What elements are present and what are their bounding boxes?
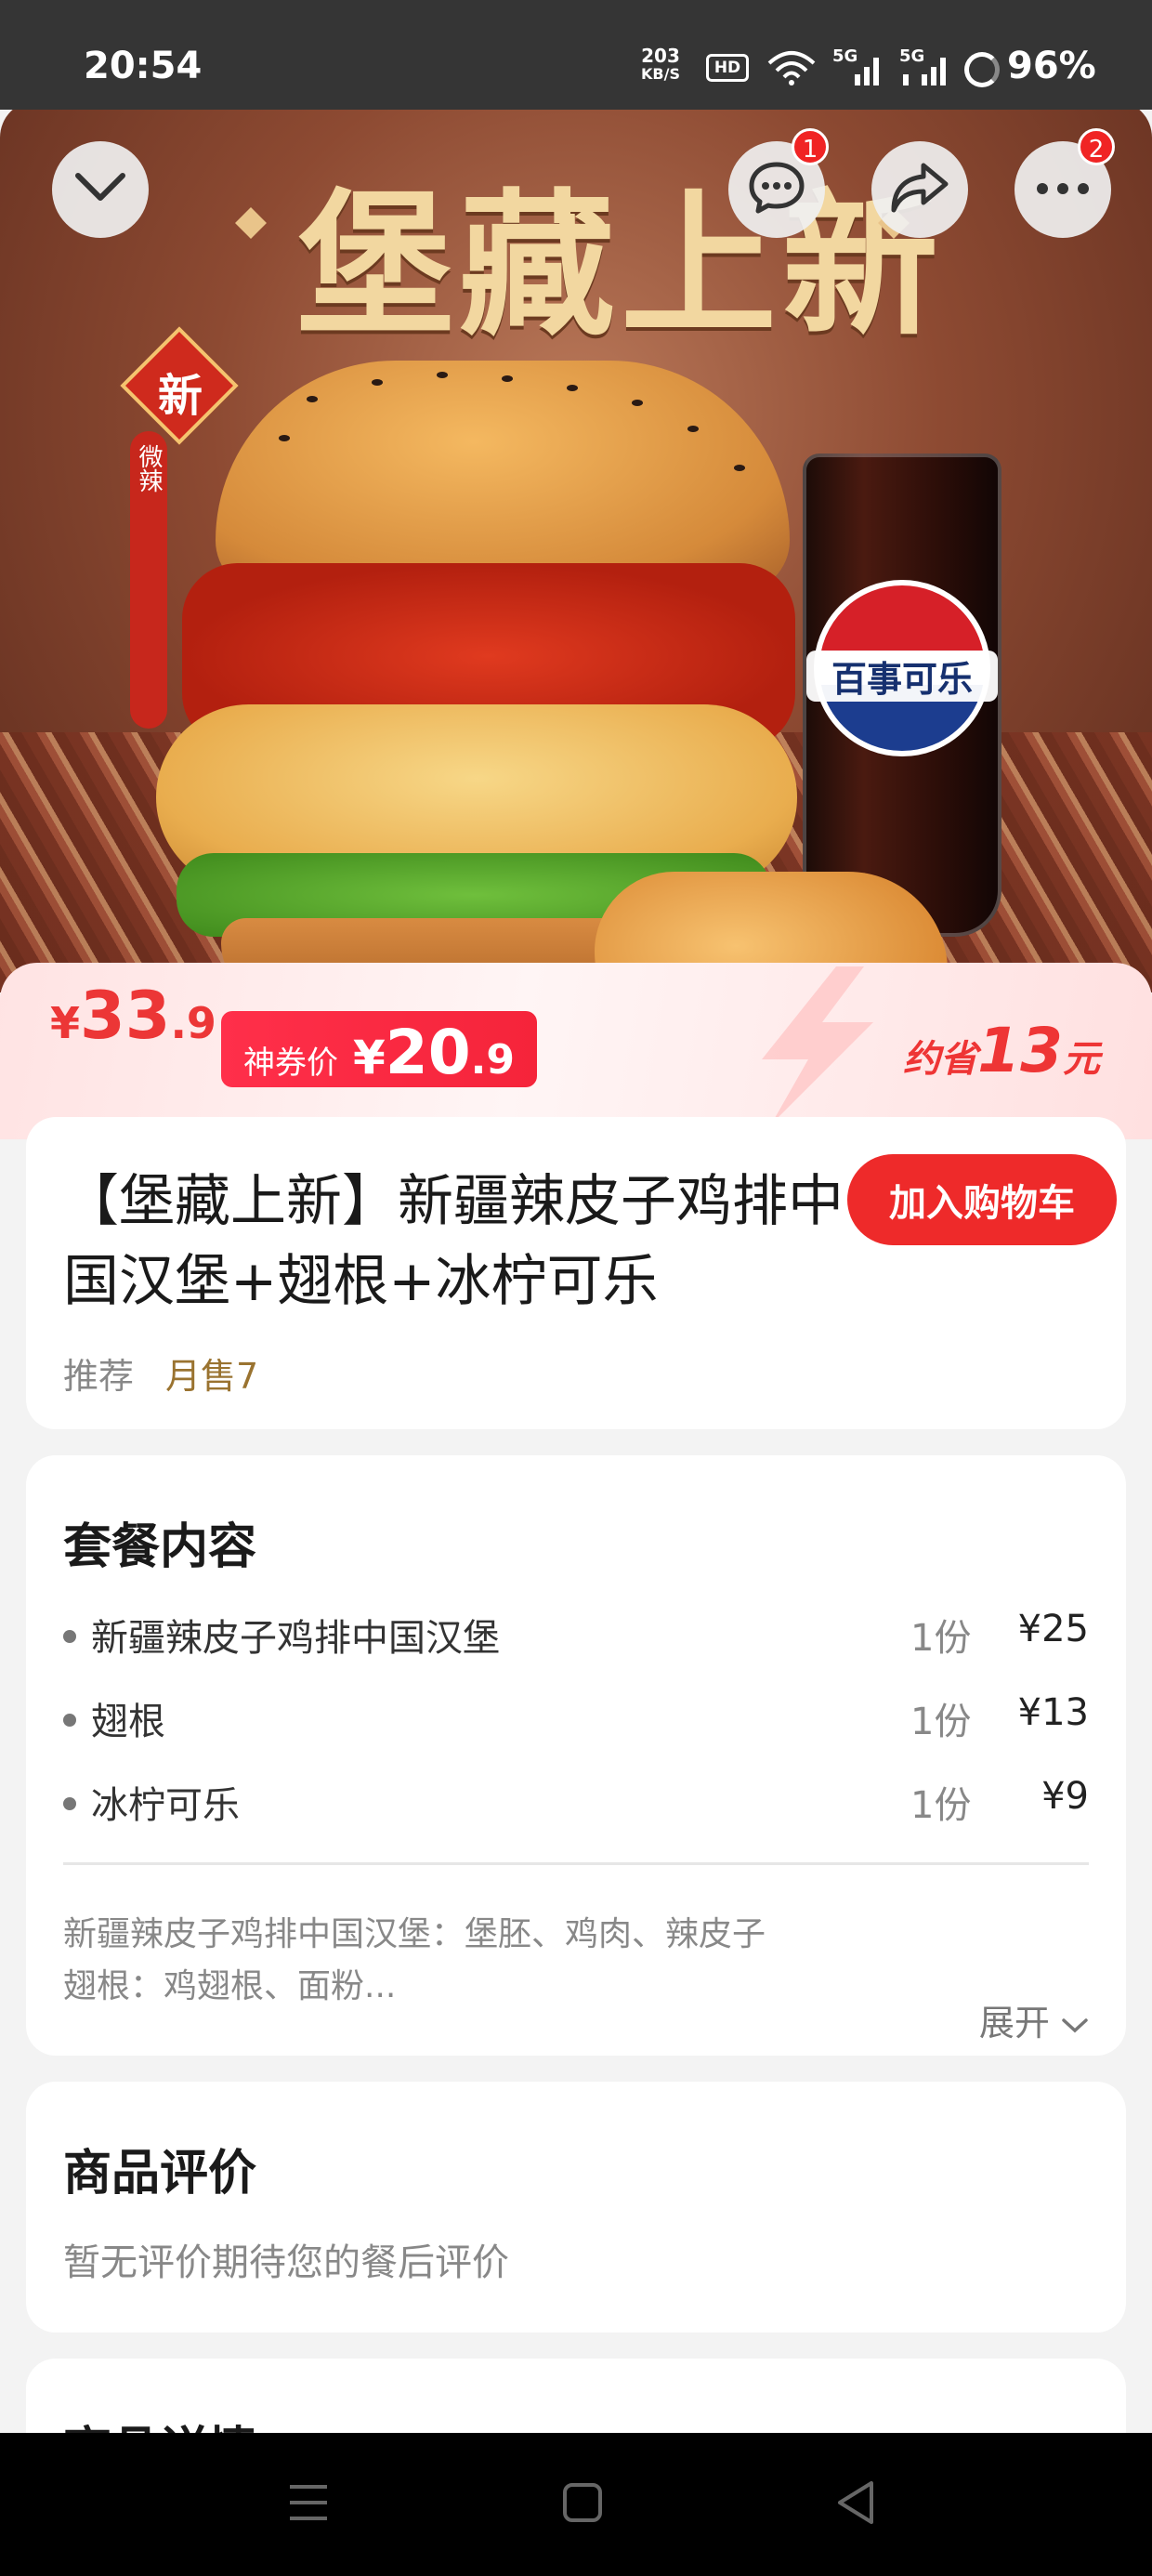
more-button[interactable]: 2 <box>1015 128 1115 238</box>
savings-suffix: 元 <box>1063 1038 1100 1081</box>
combo-item-name: 新疆辣皮子鸡排中国汉堡 <box>91 1617 500 1660</box>
share-button[interactable] <box>871 141 968 238</box>
combo-item-qty: 1份 <box>910 1784 972 1827</box>
savings-label: 约省13元 <box>903 1015 1100 1086</box>
recommend-tag: 推荐 <box>63 1356 135 1397</box>
wifi-icon <box>767 51 816 85</box>
combo-item: 翅根 1份 ¥13 <box>63 1691 1089 1747</box>
savings-prefix: 约省 <box>903 1038 978 1081</box>
lightning-icon <box>762 966 873 1124</box>
cola-logo-text: 百事可乐 <box>806 651 998 702</box>
combo-item-price: ¥13 <box>1017 1691 1089 1734</box>
combo-item-qty: 1份 <box>910 1701 972 1743</box>
bullet-icon <box>63 1797 76 1810</box>
original-price: ¥33.9 <box>50 978 216 1054</box>
product-info-card: 【堡藏上新】新疆辣皮子鸡排中国汉堡+翅根+冰柠可乐 加入购物车 推荐 月售7 <box>26 1117 1126 1429</box>
original-price-dec: .9 <box>170 998 216 1048</box>
network-rate-unit: KB/S <box>641 65 680 83</box>
expand-label: 展开 <box>978 2003 1050 2044</box>
battery-icon <box>964 52 1000 87</box>
system-nav-bar <box>0 2433 1152 2576</box>
coupon-price-int: 20 <box>385 1017 471 1088</box>
more-badge: 2 <box>1078 128 1115 165</box>
share-icon <box>890 160 949 219</box>
messages-badge: 1 <box>792 128 829 165</box>
combo-item: 新疆辣皮子鸡排中国汉堡 1份 ¥25 <box>63 1608 1089 1663</box>
combo-item-qty: 1份 <box>910 1617 972 1660</box>
bullet-icon <box>63 1630 76 1643</box>
original-price-int: 33 <box>80 978 171 1054</box>
coupon-price-currency: ¥ <box>353 1031 386 1084</box>
coupon-price-box: 神券价 ¥20.9 <box>221 1011 537 1088</box>
hd-icon: HD <box>706 54 749 82</box>
title-diamond-left <box>235 207 267 239</box>
combo-item-name: 翅根 <box>91 1701 165 1743</box>
burger-bun-top <box>216 361 790 593</box>
messages-button[interactable]: 1 <box>728 128 829 238</box>
battery-percent: 96% <box>1007 45 1096 87</box>
home-icon[interactable] <box>561 2481 604 2524</box>
chat-icon <box>747 160 806 219</box>
menu-icon[interactable] <box>286 2481 331 2524</box>
back-button[interactable] <box>52 141 149 238</box>
spicy-tag: 微辣 <box>130 431 167 729</box>
product-hero-image: 堡藏上新 百事可乐 外卖 新 微辣 <box>0 100 1152 992</box>
spicy-label: 微辣 <box>135 444 163 493</box>
combo-desc-line2: 翅根：鸡翅根、面粉... <box>63 1967 397 2005</box>
savings-amount: 13 <box>977 1015 1063 1086</box>
screen: 堡藏上新 百事可乐 外卖 新 微辣 <box>0 0 1152 2576</box>
banner-title: 堡藏上新 <box>297 173 944 357</box>
network-rate-value: 203 <box>641 45 680 67</box>
reviews-title: 商品评价 <box>63 2146 257 2201</box>
combo-item: 冰柠可乐 1份 ¥9 <box>63 1775 1089 1831</box>
reviews-card: 商品评价 暂无评价期待您的餐后评价 <box>26 2082 1126 2333</box>
combo-item-price: ¥9 <box>1041 1775 1089 1818</box>
chevron-down-icon <box>1061 2003 1089 2044</box>
combo-item-price: ¥25 <box>1017 1608 1089 1650</box>
combo-title: 套餐内容 <box>63 1519 257 1575</box>
network-rate: 203 KB/S <box>641 46 680 84</box>
coupon-price-label: 神券价 <box>243 1045 338 1082</box>
status-time: 20:54 <box>84 45 203 87</box>
add-to-cart-button[interactable]: 加入购物车 <box>847 1154 1117 1245</box>
monthly-sales: 月售7 <box>165 1356 259 1397</box>
bullet-icon <box>63 1714 76 1727</box>
reviews-empty-text: 暂无评价期待您的餐后评价 <box>63 2241 509 2284</box>
combo-content-card: 套餐内容 新疆辣皮子鸡排中国汉堡 1份 ¥25 翅根 1份 ¥13 冰柠可乐 1… <box>26 1455 1126 2056</box>
more-icon <box>1035 181 1091 199</box>
expand-button[interactable]: 展开 <box>979 1994 1089 2045</box>
combo-desc-line1: 新疆辣皮子鸡排中国汉堡：堡胚、鸡肉、辣皮子 <box>63 1915 766 1953</box>
new-badge-text: 新 <box>157 370 203 422</box>
back-icon[interactable] <box>834 2479 877 2526</box>
coupon-price-dec: .9 <box>470 1036 515 1084</box>
status-bar: 20:54 203 KB/S HD 5G 5G 96% <box>0 0 1152 110</box>
product-title: 【堡藏上新】新疆辣皮子鸡排中国汉堡+翅根+冰柠可乐 <box>63 1169 844 1314</box>
original-price-currency: ¥ <box>50 998 81 1048</box>
chevron-down-icon <box>74 172 126 207</box>
combo-divider <box>63 1862 1089 1865</box>
combo-item-name: 冰柠可乐 <box>91 1784 240 1827</box>
